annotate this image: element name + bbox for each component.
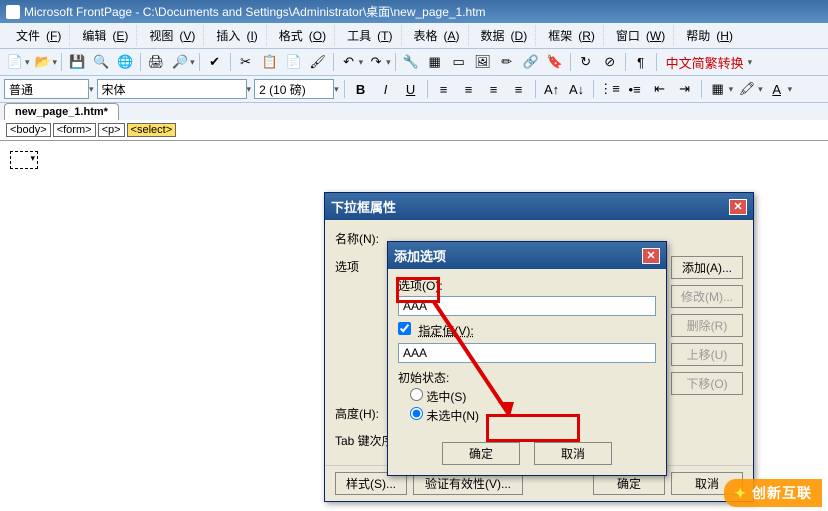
menu-format[interactable]: 格式(O) [266, 25, 332, 46]
bc-body[interactable]: <body> [6, 123, 51, 137]
numbered-list-icon[interactable]: ⋮≡ [599, 78, 621, 100]
bullet-list-icon[interactable]: •≡ [624, 78, 646, 100]
modal-title-bar[interactable]: 添加选项 ✕ [388, 242, 666, 269]
undo-icon[interactable]: ↶ [338, 51, 360, 73]
lang-icon[interactable]: 中文简繁转换 [661, 51, 749, 73]
dialog-title-bar[interactable]: 下拉框属性 ✕ [325, 193, 753, 220]
open-icon[interactable]: 📂 [32, 51, 54, 73]
align-justify-icon[interactable]: ≡ [508, 78, 530, 100]
font-select[interactable]: 宋体 [97, 79, 247, 99]
bc-p[interactable]: <p> [98, 123, 125, 137]
web-component-icon[interactable]: 🔧 [400, 51, 422, 73]
bc-form[interactable]: <form> [53, 123, 96, 137]
modal-close-icon[interactable]: ✕ [642, 248, 660, 264]
bc-select[interactable]: <select> [127, 123, 177, 137]
menu-window[interactable]: 窗口(W) [603, 25, 671, 46]
underline-button[interactable]: U [400, 78, 422, 100]
font-color-icon[interactable]: A [766, 78, 788, 100]
align-right-icon[interactable]: ≡ [483, 78, 505, 100]
initial-state-label: 初始状态: [398, 369, 656, 386]
standard-toolbar: 📄▾ 📂▾ 💾 🔍 🌐 🖨 🔎▾ ✔ ✂ 📋 📄 🖌 ↶▾ ↷▾ 🔧 ▦ ▭ 🖼… [0, 49, 828, 76]
menu-tools[interactable]: 工具(T) [334, 25, 398, 46]
spell-icon[interactable]: ✔ [204, 51, 226, 73]
insert-table-icon[interactable]: ▦ [424, 51, 446, 73]
modal-title: 添加选项 [394, 246, 446, 265]
cut-icon[interactable]: ✂ [235, 51, 257, 73]
watermark: ✦ 创新互联 [724, 479, 822, 507]
insert-layer-icon[interactable]: ▭ [448, 51, 470, 73]
style-select[interactable]: 普通 [4, 79, 89, 99]
format-painter-icon[interactable]: 🖌 [307, 51, 329, 73]
stop-icon[interactable]: ⊘ [599, 51, 621, 73]
tab-bar: new_page_1.htm* [0, 103, 828, 120]
hyperlink-icon[interactable]: 🔗 [520, 51, 542, 73]
decrease-font-icon[interactable]: A↓ [566, 78, 588, 100]
app-icon [6, 5, 20, 19]
value-text-input[interactable]: AAA [398, 343, 656, 363]
save-icon[interactable]: 💾 [66, 51, 88, 73]
bold-button[interactable]: B [350, 78, 372, 100]
bookmark-icon[interactable]: 🔖 [544, 51, 566, 73]
drawing-icon[interactable]: ✏ [496, 51, 518, 73]
option-text-input[interactable]: AAA [398, 296, 656, 316]
add-option-dialog: 添加选项 ✕ 选项(O): AAA 指定值(V): AAA 初始状态: 选中(S… [387, 241, 667, 476]
menu-file[interactable]: 文件(F) [4, 25, 67, 46]
close-icon[interactable]: ✕ [729, 199, 747, 215]
paste-icon[interactable]: 📄 [283, 51, 305, 73]
select-element-placeholder[interactable] [10, 151, 38, 169]
radio-selected[interactable]: 选中(S) [410, 388, 656, 405]
size-select[interactable]: 2 (10 磅) [254, 79, 334, 99]
modify-button[interactable]: 修改(M)... [671, 285, 743, 308]
indent-icon[interactable]: ⇥ [674, 78, 696, 100]
down-button[interactable]: 下移(O) [671, 372, 743, 395]
menu-table[interactable]: 表格(A) [401, 25, 466, 46]
align-center-icon[interactable]: ≡ [458, 78, 480, 100]
modal-cancel-button[interactable]: 取消 [534, 442, 612, 465]
specify-value-check[interactable] [398, 322, 411, 335]
menu-view[interactable]: 视图(V) [136, 25, 201, 46]
menu-edit[interactable]: 编辑(E) [69, 25, 134, 46]
refresh-icon[interactable]: ↻ [575, 51, 597, 73]
title-bar: Microsoft FrontPage - C:\Documents and S… [0, 0, 828, 23]
outdent-icon[interactable]: ⇤ [649, 78, 671, 100]
preview-icon[interactable]: 🔎 [169, 51, 191, 73]
insert-picture-icon[interactable]: 🖼 [472, 51, 494, 73]
app-title: Microsoft FrontPage - C:\Documents and S… [24, 3, 486, 20]
publish-icon[interactable]: 🌐 [114, 51, 136, 73]
redo-icon[interactable]: ↷ [365, 51, 387, 73]
highlight-icon[interactable]: 🖍 [736, 78, 758, 100]
menu-insert[interactable]: 插入(I) [203, 25, 263, 46]
menu-data[interactable]: 数据(D) [468, 25, 534, 46]
menu-help[interactable]: 帮助(H) [673, 25, 739, 46]
menu-frame[interactable]: 框架(R) [535, 25, 601, 46]
show-all-icon[interactable]: ¶ [630, 51, 652, 73]
format-toolbar: 普通▾ 宋体▾ 2 (10 磅)▾ B I U ≡ ≡ ≡ ≡ A↑ A↓ ⋮≡… [0, 76, 828, 103]
option-field-label: 选项(O): [398, 277, 656, 294]
italic-button[interactable]: I [375, 78, 397, 100]
borders-icon[interactable]: ▦ [707, 78, 729, 100]
menu-bar: 文件(F) 编辑(E) 视图(V) 插入(I) 格式(O) 工具(T) 表格(A… [0, 23, 828, 49]
radio-unselected[interactable]: 未选中(N) [410, 407, 656, 424]
copy-icon[interactable]: 📋 [259, 51, 281, 73]
specify-value-checkbox[interactable]: 指定值(V): [398, 324, 474, 338]
print-icon[interactable]: 🖨 [145, 51, 167, 73]
dialog-title: 下拉框属性 [331, 197, 396, 216]
page-tab[interactable]: new_page_1.htm* [4, 103, 119, 120]
new-icon[interactable]: 📄 [4, 51, 26, 73]
increase-font-icon[interactable]: A↑ [541, 78, 563, 100]
breadcrumb: <body> <form> <p> <select> [0, 120, 828, 141]
up-button[interactable]: 上移(U) [671, 343, 743, 366]
search-icon[interactable]: 🔍 [90, 51, 112, 73]
add-button[interactable]: 添加(A)... [671, 256, 743, 279]
modal-ok-button[interactable]: 确定 [442, 442, 520, 465]
initial-state-group: 选中(S) 未选中(N) [410, 388, 656, 424]
align-left-icon[interactable]: ≡ [433, 78, 455, 100]
remove-button[interactable]: 删除(R) [671, 314, 743, 337]
